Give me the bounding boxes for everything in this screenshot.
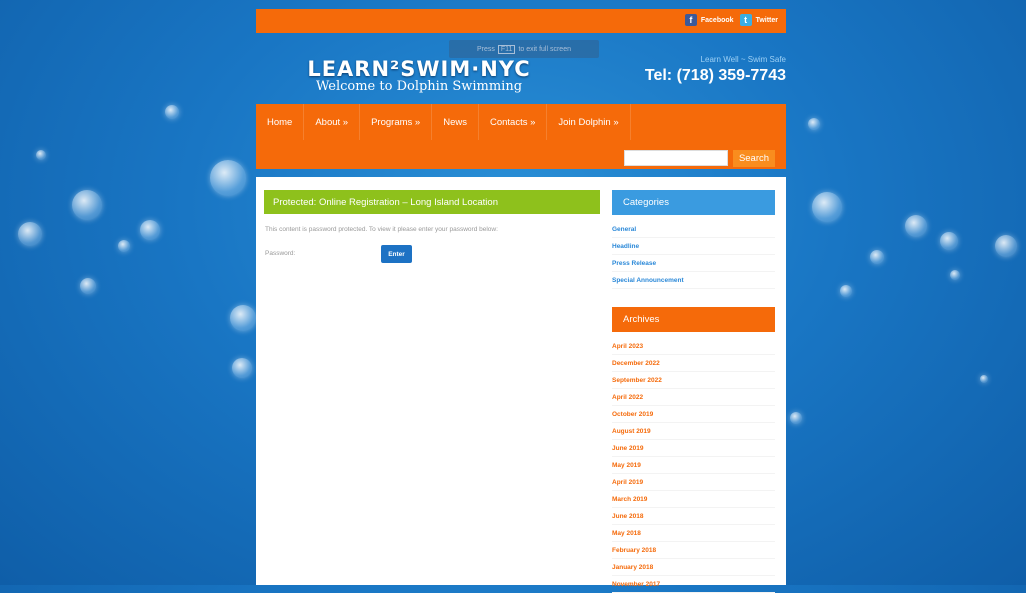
archive-link[interactable]: May 2018	[612, 525, 775, 542]
category-link[interactable]: Headline	[612, 238, 775, 255]
nav-item-about[interactable]: About »	[304, 104, 361, 140]
bubble	[118, 240, 130, 252]
archive-link[interactable]: February 2018	[612, 542, 775, 559]
page-wrapper: f Facebook t Twitter Press F11 to exit f…	[256, 9, 786, 593]
bubble	[80, 278, 96, 294]
nav-item-programs[interactable]: Programs »	[360, 104, 433, 140]
category-link[interactable]: Press Release	[612, 255, 775, 272]
post-title[interactable]: Protected: Online Registration – Long Is…	[264, 190, 600, 214]
facebook-link[interactable]: Facebook	[701, 17, 734, 24]
archive-link[interactable]: January 2018	[612, 559, 775, 576]
bubble	[995, 235, 1017, 257]
phone-number: Tel: (718) 359-7743	[644, 67, 786, 84]
archive-link[interactable]: June 2019	[612, 440, 775, 457]
bubble	[812, 192, 842, 222]
bubble	[870, 250, 884, 264]
logo-title: LEARN²SWIM·NYC	[307, 57, 531, 81]
bubble	[140, 220, 160, 240]
archive-link[interactable]: March 2019	[612, 491, 775, 508]
archive-link[interactable]: May 2019	[612, 457, 775, 474]
archive-link[interactable]: August 2019	[612, 423, 775, 440]
top-bar: f Facebook t Twitter	[256, 9, 786, 33]
nav-item-home[interactable]: Home	[256, 104, 305, 140]
archive-link[interactable]: April 2019	[612, 474, 775, 491]
category-link[interactable]: Special Announcement	[612, 272, 775, 289]
nav-item-news[interactable]: News	[432, 104, 479, 140]
content-area: Protected: Online Registration – Long Is…	[256, 177, 786, 593]
tagline: Learn Well ~ Swim Safe	[700, 55, 786, 64]
archives-heading: Archives	[612, 307, 775, 332]
logo-subtitle: Welcome to Dolphin Swimming	[315, 79, 523, 94]
password-label: Password:	[265, 250, 296, 257]
fullscreen-notice-key: F11	[497, 44, 516, 54]
archive-link[interactable]: April 2023	[612, 338, 775, 355]
fullscreen-notice-text: to exit full screen	[518, 45, 571, 53]
search-button[interactable]: Search	[733, 150, 775, 167]
categories-heading: Categories	[612, 190, 775, 215]
fullscreen-notice: Press F11 to exit full screen	[449, 40, 599, 58]
twitter-icon[interactable]: t	[739, 14, 752, 26]
bubble	[905, 215, 927, 237]
bubble	[840, 285, 852, 297]
bubble	[940, 232, 958, 250]
social-links: f Facebook t Twitter	[684, 14, 780, 26]
fullscreen-notice-press: Press	[477, 45, 495, 53]
site-logo[interactable]: LEARN²SWIM·NYC Welcome to Dolphin Swimmi…	[304, 57, 534, 94]
bubble	[18, 222, 42, 246]
protected-message: This content is password protected. To v…	[265, 226, 498, 233]
archives-list: April 2023 December 2022 September 2022 …	[612, 338, 775, 593]
nav-item-contacts[interactable]: Contacts »	[479, 104, 548, 140]
bubble	[72, 190, 102, 220]
bubble	[36, 150, 46, 160]
bubble	[790, 412, 802, 424]
bubble	[165, 105, 179, 119]
archive-link[interactable]: December 2022	[612, 355, 775, 372]
bubble	[808, 118, 820, 130]
category-link[interactable]: General	[612, 221, 775, 238]
twitter-link[interactable]: Twitter	[756, 17, 778, 24]
nav-list: Home About » Programs » News Contacts » …	[256, 104, 631, 140]
archive-link[interactable]: October 2019	[612, 406, 775, 423]
enter-button[interactable]: Enter	[381, 245, 412, 263]
categories-list: General Headline Press Release Special A…	[612, 221, 775, 289]
archive-link[interactable]: June 2018	[612, 508, 775, 525]
archive-link[interactable]: September 2022	[612, 372, 775, 389]
archive-link[interactable]: April 2022	[612, 389, 775, 406]
nav-item-join-dolphin[interactable]: Join Dolphin »	[547, 104, 631, 140]
bubble	[230, 305, 256, 331]
bubble	[950, 270, 960, 280]
bubble	[232, 358, 252, 378]
bubble	[210, 160, 246, 196]
facebook-icon[interactable]: f	[684, 14, 697, 26]
search-input[interactable]	[624, 150, 728, 166]
bubble	[980, 375, 988, 383]
